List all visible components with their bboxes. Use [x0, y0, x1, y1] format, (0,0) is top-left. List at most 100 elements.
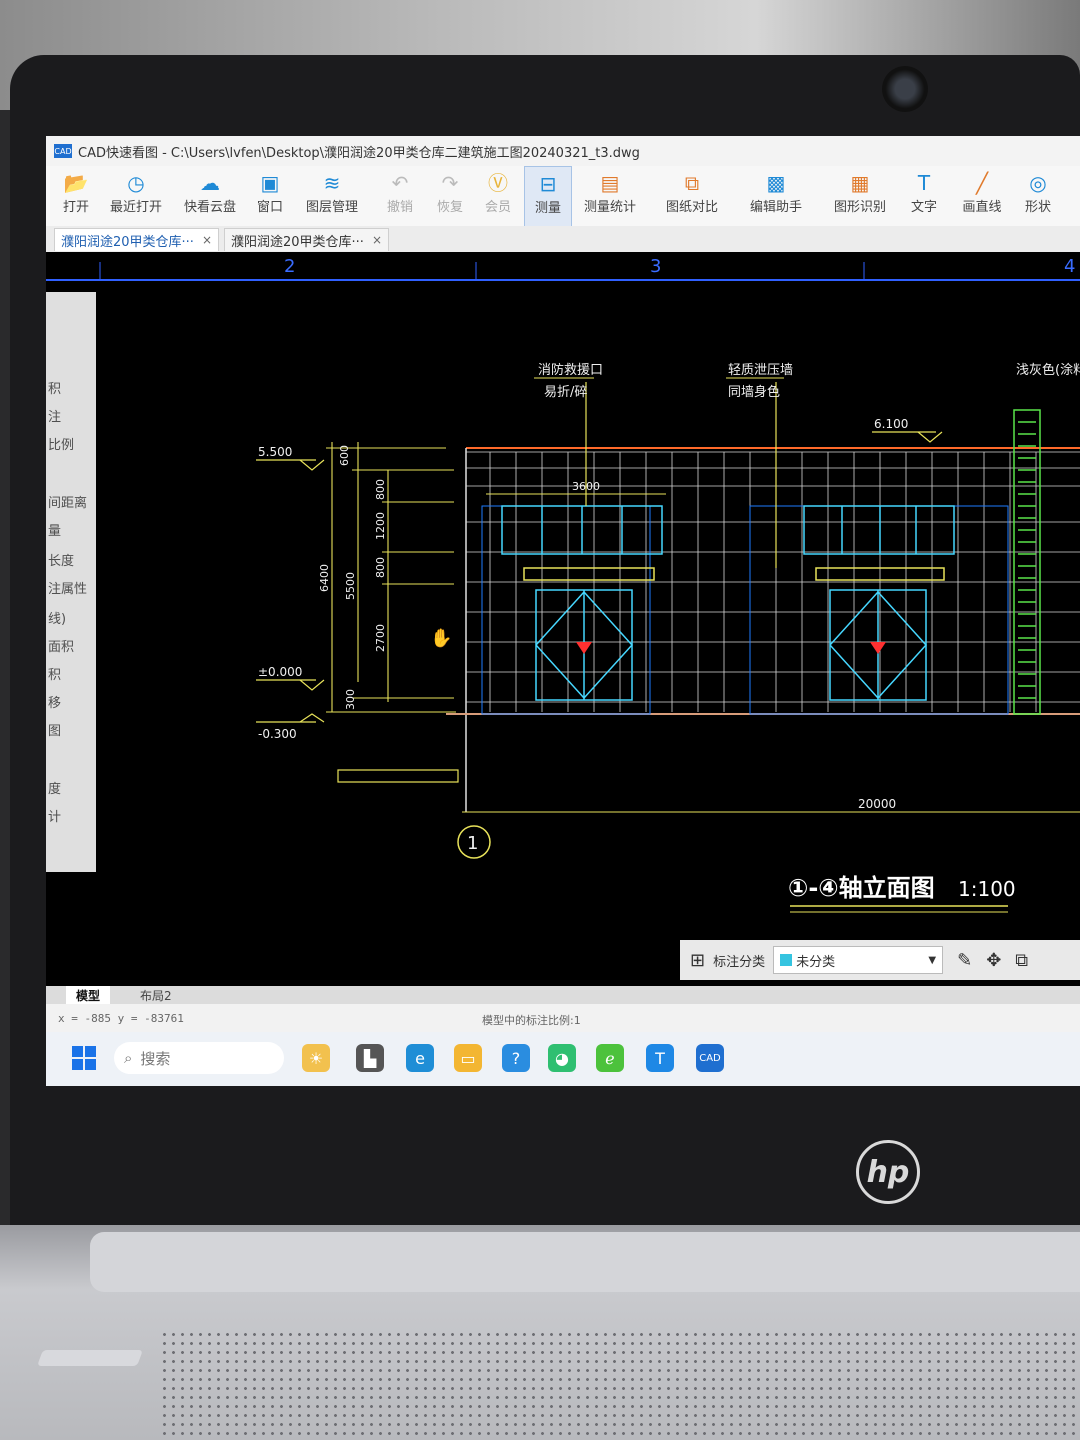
windows-start-icon[interactable] — [72, 1046, 96, 1070]
measure-button[interactable]: ⊟ 测量 — [524, 166, 572, 228]
ruler-icon: ⊟ — [539, 172, 557, 196]
note-label: 消防救援口 — [538, 362, 603, 378]
note-label: 易折/碎 — [544, 385, 587, 400]
dimension-label: 1200 — [374, 512, 387, 540]
redo-icon: ↷ — [441, 171, 459, 195]
cloud-icon: ☁ — [200, 171, 220, 195]
axis-number: 2 — [284, 256, 295, 277]
axis-number: 4 — [1064, 256, 1075, 277]
dimension-label: 2700 — [374, 624, 387, 652]
grid-bubble: 1 — [467, 833, 478, 854]
coordinate-readout: x = -885 y = -83761 — [58, 1012, 184, 1025]
close-icon[interactable]: × — [372, 233, 382, 247]
window-icon: ▣ — [260, 171, 280, 195]
windows-taskbar: ⌕ 搜索 ☀ ▙ e ▭ ? ◕ ℯ T CAD — [46, 1032, 1080, 1086]
text-icon: T — [917, 171, 931, 195]
draw-line-button[interactable]: ╱ 画直线 — [958, 166, 1006, 226]
undo-button[interactable]: ↶ 撤销 — [384, 166, 416, 226]
drawing-scale: 1:100 — [958, 877, 1016, 901]
hand-cursor-icon: ✋ — [430, 627, 452, 649]
widgets-icon[interactable]: ☀ — [302, 1044, 330, 1072]
cad-viewer-app-icon[interactable]: CAD — [696, 1044, 724, 1072]
annotation-toolbar: ⊞ 标注分类 未分类 ▼ ✎ ✥ ⧉ — [680, 940, 1080, 980]
measure-stats-button[interactable]: ▤ 测量统计 — [580, 166, 640, 226]
chevron-down-icon: ▼ — [928, 954, 937, 966]
shape-button[interactable]: ◎ 形状 — [1022, 166, 1054, 226]
document-tabs: 濮阳润途20甲类仓库··· × 濮阳润途20甲类仓库··· × — [46, 226, 1080, 252]
wechat-icon[interactable]: ◕ — [548, 1044, 576, 1072]
layout-tabs: 模型 布局2 — [46, 986, 1080, 1004]
hp-logo: hp — [856, 1140, 920, 1204]
cad-drawing: 2 3 4 消防救援口 易折/碎 轻质泄压墙 同墙身色 浅灰色(涂料 5.500… — [46, 256, 1080, 913]
note-label: 浅灰色(涂料 — [1016, 362, 1080, 378]
close-icon[interactable]: × — [202, 233, 212, 247]
edit-assistant-button[interactable]: ▩ 编辑助手 — [746, 166, 806, 226]
stats-icon: ▤ — [600, 171, 620, 195]
help-app-icon[interactable]: ? — [502, 1044, 530, 1072]
text-button[interactable]: T 文字 — [908, 166, 940, 226]
layers-icon: ≋ — [323, 171, 341, 195]
line-icon: ╱ — [975, 171, 989, 195]
grid-menu-icon[interactable]: ⊞ — [690, 950, 705, 971]
dimension-label: 800 — [374, 557, 387, 578]
axis-number: 3 — [650, 256, 661, 277]
redo-button[interactable]: ↷ 恢复 — [434, 166, 466, 226]
compare-icon: ⧉ — [684, 171, 700, 195]
cloud-drive-button[interactable]: ☁ 快看云盘 — [180, 166, 240, 226]
annotation-category-select[interactable]: 未分类 ▼ — [773, 946, 944, 974]
elevation-label: 5.500 — [258, 445, 292, 459]
document-tab-1[interactable]: 濮阳润途20甲类仓库··· × — [54, 228, 220, 251]
task-view-icon[interactable]: ▙ — [356, 1044, 384, 1072]
elevation-title: ①-④轴立面图 — [788, 874, 935, 902]
shape-recognize-button[interactable]: ▦ 图形识别 — [830, 166, 890, 226]
undo-icon: ↶ — [391, 171, 409, 195]
dingtalk-icon[interactable]: T — [646, 1044, 674, 1072]
cad-edit-icon: ▩ — [766, 171, 786, 195]
elevation-label: ±0.000 — [258, 665, 302, 679]
speaker-grille — [160, 1330, 1080, 1440]
note-label: 同墙身色 — [728, 384, 780, 400]
edit-icon[interactable]: ✎ — [957, 950, 972, 971]
power-key — [37, 1350, 143, 1366]
compare-button[interactable]: ⧉ 图纸对比 — [662, 166, 722, 226]
elevation-label: 6.100 — [874, 417, 908, 431]
shape-icon: ◎ — [1029, 171, 1047, 195]
status-bar: x = -885 y = -83761 模型中的标注比例:1 — [46, 1004, 1080, 1032]
clock-icon: ◷ — [127, 171, 145, 195]
search-icon: ⌕ — [124, 1049, 133, 1067]
tab-model[interactable]: 模型 — [66, 986, 111, 1004]
annotation-category-label: 标注分类 — [713, 954, 766, 970]
laptop-screen: CAD CAD快速看图 - C:\Users\lvfen\Desktop\濮阳润… — [46, 136, 1080, 1086]
shape-recognize-icon: ▦ — [850, 171, 870, 195]
measure-side-panel: 积 注 比例 间距离 量 长度 注属性 线) 面积 积 移 图 度 计 — [46, 292, 96, 872]
edge-browser-icon[interactable]: e — [406, 1044, 434, 1072]
open-button[interactable]: 📂 打开 — [56, 166, 96, 226]
dimension-label: 600 — [338, 445, 351, 466]
folder-icon: 📂 — [63, 171, 89, 195]
document-tab-2[interactable]: 濮阳润途20甲类仓库··· × — [224, 228, 390, 251]
taskbar-search[interactable]: ⌕ 搜索 — [114, 1042, 284, 1074]
title-bar: CAD CAD快速看图 - C:\Users\lvfen\Desktop\濮阳润… — [46, 136, 1080, 166]
copy-icon[interactable]: ⧉ — [1015, 950, 1028, 971]
dimension-label: 20000 — [858, 797, 896, 811]
ribbon-toolbar: 📂 打开 ◷ 最近打开 ☁ 快看云盘 ▣ 窗口 ≋ 图层管理 ↶ 撤销 ↷ 恢复 Ⓥ 会员 ⊟ 测… — [46, 166, 1080, 228]
vip-icon: Ⓥ — [488, 171, 508, 195]
dimension-label: 800 — [374, 479, 387, 500]
laptop-hinge — [90, 1232, 1080, 1292]
dimension-label: 5500 — [344, 572, 357, 600]
file-explorer-icon[interactable]: ▭ — [454, 1044, 482, 1072]
app-logo-icon: CAD — [54, 144, 72, 158]
dimension-label: 300 — [344, 689, 357, 710]
recent-button[interactable]: ◷ 最近打开 — [106, 166, 166, 226]
layer-manager-button[interactable]: ≋ 图层管理 — [302, 166, 362, 226]
move-icon[interactable]: ✥ — [986, 950, 1001, 971]
note-label: 轻质泄压墙 — [728, 363, 793, 378]
window-button[interactable]: ▣ 窗口 — [252, 166, 288, 226]
window-title: CAD快速看图 - C:\Users\lvfen\Desktop\濮阳润途20甲… — [78, 145, 640, 161]
drawing-canvas[interactable]: 2 3 4 消防救援口 易折/碎 轻质泄压墙 同墙身色 浅灰色(涂料 5.500… — [46, 252, 1080, 986]
vip-button[interactable]: Ⓥ 会员 — [482, 166, 514, 226]
tab-layout2[interactable]: 布局2 — [130, 986, 182, 1004]
ie-browser-icon[interactable]: ℯ — [596, 1044, 624, 1072]
webcam — [882, 66, 928, 112]
dimension-label: 3600 — [572, 480, 600, 493]
